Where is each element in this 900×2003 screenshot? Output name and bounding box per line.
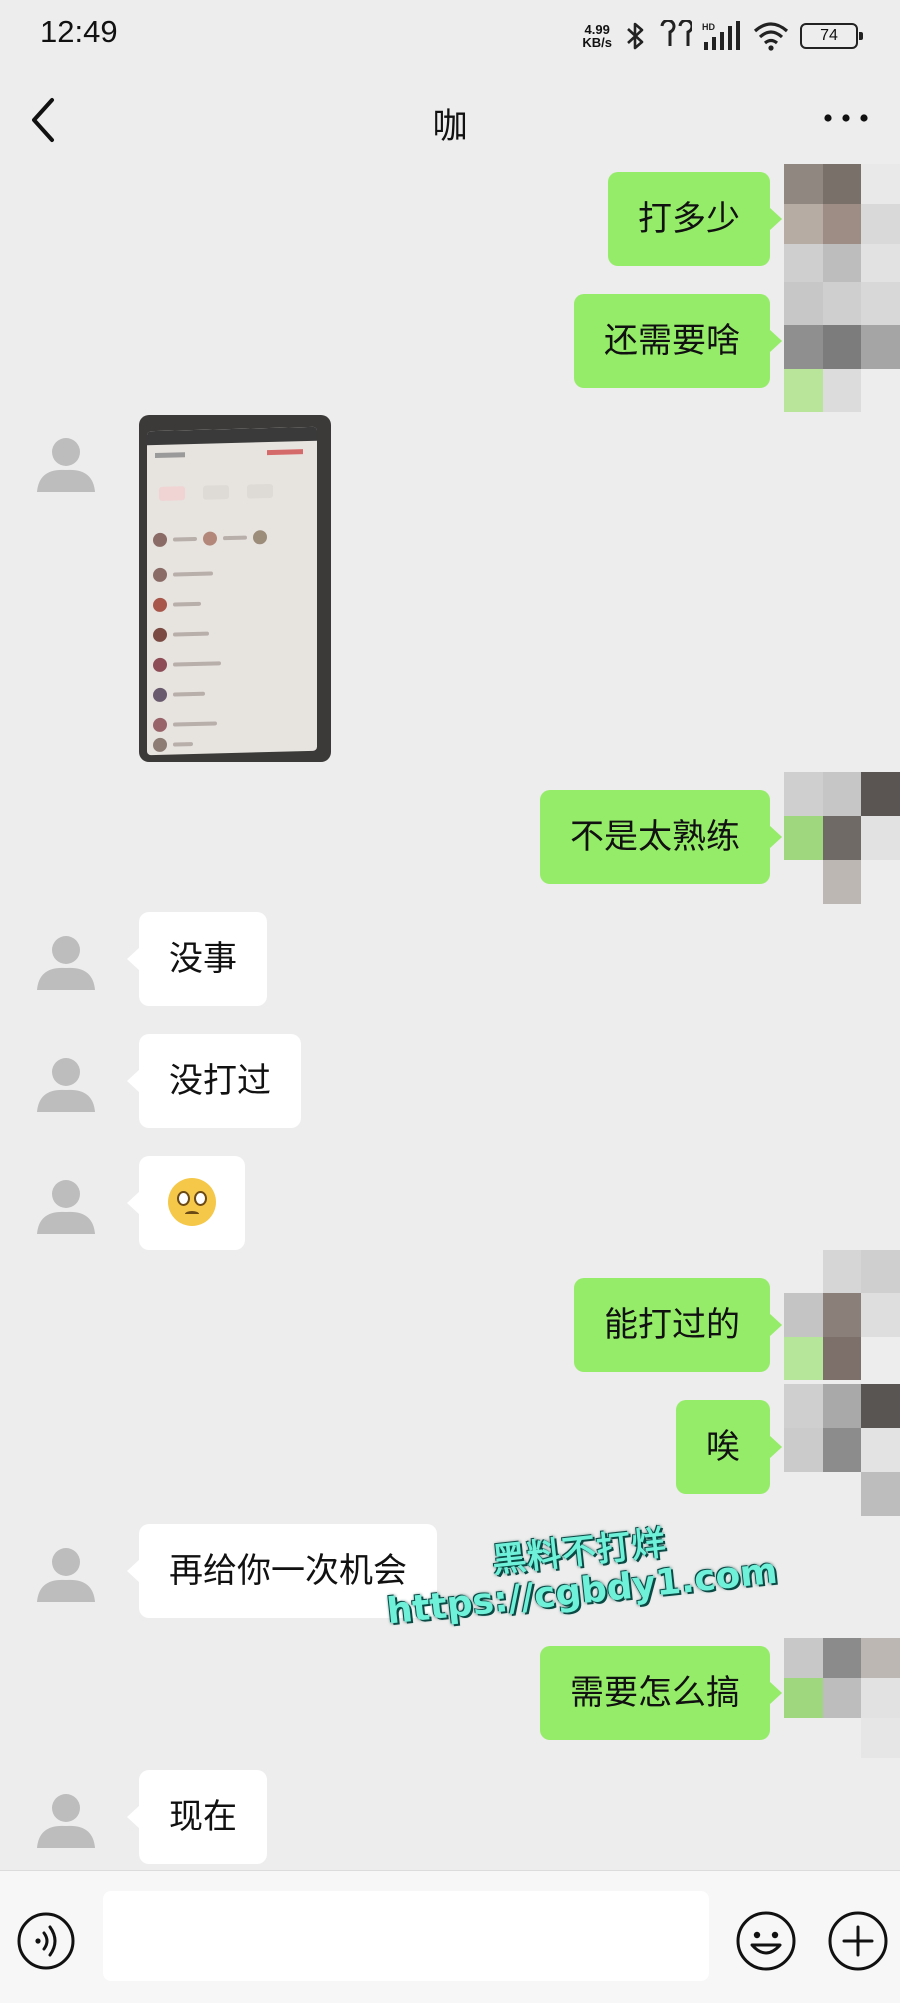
outgoing-message[interactable]: 需要怎么搞 xyxy=(540,1646,782,1740)
my-avatar[interactable] xyxy=(784,772,900,904)
svg-text:HD: HD xyxy=(702,22,715,32)
input-bar xyxy=(0,1870,900,2003)
incoming-message[interactable]: 现在 xyxy=(127,1770,267,1864)
plus-button[interactable] xyxy=(826,1909,890,1973)
outgoing-message[interactable]: 唉 xyxy=(676,1400,782,1494)
contact-avatar[interactable] xyxy=(33,1786,99,1852)
my-avatar[interactable] xyxy=(784,164,900,284)
nav-bar: 咖 xyxy=(0,70,900,170)
incoming-message[interactable]: 没事 xyxy=(127,912,267,1006)
image-message[interactable] xyxy=(139,415,331,762)
photo-thumbnail xyxy=(147,426,317,756)
teary-face-emoji xyxy=(168,1177,216,1226)
my-avatar[interactable] xyxy=(784,1638,900,1758)
incoming-message[interactable]: 没打过 xyxy=(127,1034,301,1128)
hd-signal-icon: HD xyxy=(702,21,740,50)
status-icons: 4.99 KB/s HD 74 xyxy=(582,18,863,54)
outgoing-message[interactable]: 打多少 xyxy=(608,172,782,266)
incoming-emoji-message[interactable] xyxy=(127,1156,245,1250)
network-speed: 4.99 KB/s xyxy=(582,23,612,49)
contact-avatar[interactable] xyxy=(33,928,99,994)
emoji-icon xyxy=(736,1911,796,1971)
message-input[interactable] xyxy=(103,1891,709,1981)
more-dots-icon xyxy=(824,114,868,122)
contact-avatar[interactable] xyxy=(33,1050,99,1116)
my-avatar[interactable] xyxy=(784,1384,900,1516)
bluetooth-icon xyxy=(627,22,644,50)
voice-icon xyxy=(17,1912,75,1970)
contact-avatar[interactable] xyxy=(33,1172,99,1238)
outgoing-message[interactable]: 能打过的 xyxy=(574,1278,782,1372)
my-avatar[interactable] xyxy=(784,282,900,412)
wifi-icon xyxy=(753,22,789,51)
status-bar: 12:49 4.99 KB/s HD 74 xyxy=(0,0,900,70)
earbuds-icon xyxy=(660,20,692,46)
outgoing-message[interactable]: 还需要啥 xyxy=(574,294,782,388)
battery-icon: 74 xyxy=(800,23,863,49)
more-button[interactable] xyxy=(818,90,874,146)
outgoing-message[interactable]: 不是太熟练 xyxy=(540,790,782,884)
my-avatar[interactable] xyxy=(784,1250,900,1380)
plus-icon xyxy=(828,1911,888,1971)
emoji-button[interactable] xyxy=(734,1909,798,1973)
voice-button[interactable] xyxy=(16,1911,76,1971)
chat-title: 咖 xyxy=(432,107,468,147)
network-speed-unit: KB/s xyxy=(582,35,612,50)
contact-avatar[interactable] xyxy=(33,430,99,496)
contact-avatar[interactable] xyxy=(33,1540,99,1606)
status-time: 12:49 xyxy=(40,14,118,49)
